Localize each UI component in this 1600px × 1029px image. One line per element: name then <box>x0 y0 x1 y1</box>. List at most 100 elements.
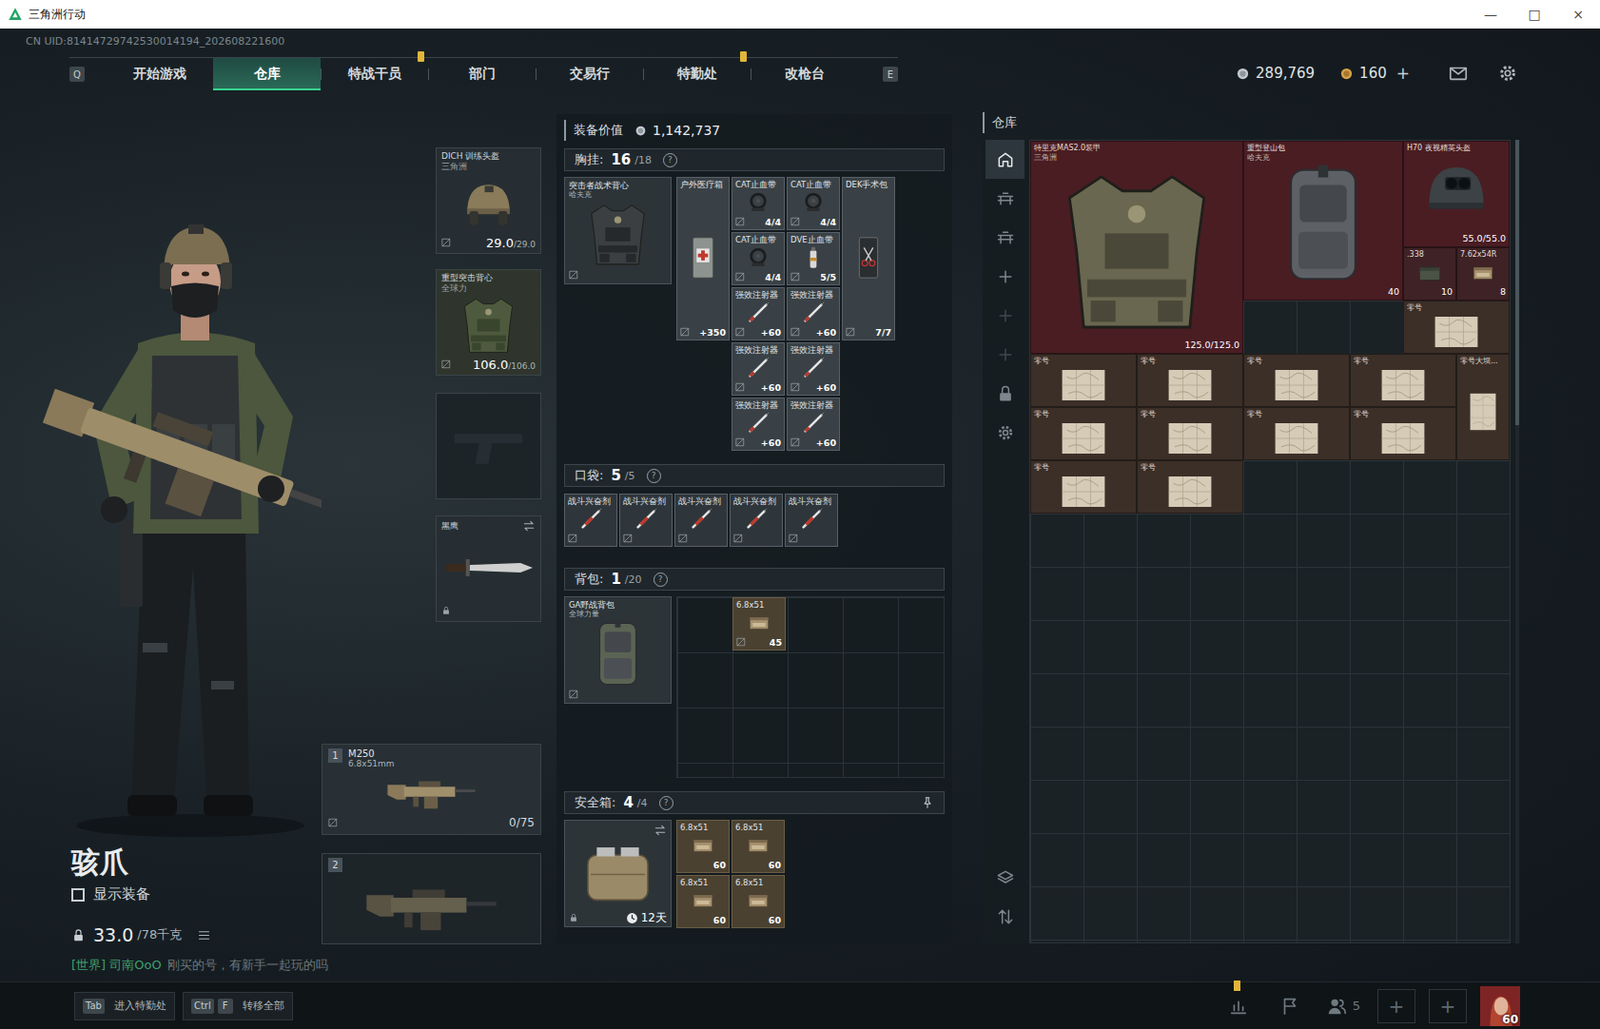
show-equipment-toggle[interactable]: 显示装备 <box>71 885 322 904</box>
warehouse-item[interactable]: 零号 <box>1030 407 1137 461</box>
pocket-item[interactable]: 战斗兴奋剂 <box>564 493 618 547</box>
window-control-button[interactable]: □ <box>1512 0 1557 29</box>
chest-item[interactable]: DEK手术包7/7 <box>841 176 896 341</box>
weapon-slot[interactable]: 2 <box>321 853 542 945</box>
help-button[interactable]: ? <box>659 796 674 811</box>
warehouse-tool-button[interactable] <box>985 897 1025 937</box>
nav-left-key[interactable]: Q <box>69 66 85 82</box>
safe-box-item[interactable]: 6.8x5160 <box>731 819 785 874</box>
safe-box-item[interactable]: 6.8x5160 <box>731 875 785 929</box>
warehouse-item[interactable]: 重型登山包哈夫克40 <box>1243 140 1404 301</box>
safe-box-header: 安全箱:4/4? <box>564 791 945 815</box>
invite-slot-button[interactable]: + <box>1428 989 1467 1024</box>
flag-button[interactable] <box>1270 995 1309 1017</box>
warehouse-item[interactable]: 7.62x54R8 <box>1456 247 1510 301</box>
warehouse-item[interactable]: H70 夜视精英头盔55.0/55.0 <box>1403 140 1510 248</box>
armor-slot[interactable]: 重型突击背心全球力106.0/106.0 <box>435 269 542 376</box>
bag-icon <box>568 619 667 689</box>
warehouse-item[interactable]: 零号 <box>1030 460 1137 514</box>
warehouse-item[interactable]: 零号 <box>1136 407 1244 461</box>
chest-item[interactable]: 强效注射器+60 <box>731 397 785 451</box>
weapon-slot-number: 1 <box>328 748 343 763</box>
warehouse-item[interactable]: 零号 <box>1030 353 1137 408</box>
nav-tab[interactable]: 特勤处 <box>643 58 751 91</box>
nav-tab[interactable]: 开始游戏 <box>105 58 214 91</box>
chest-item[interactable]: 强效注射器+60 <box>731 287 785 341</box>
warehouse-item[interactable]: 特里克MAS2.0装甲三角洲125.0/125.0 <box>1030 140 1244 354</box>
friends-button[interactable]: 5 <box>1322 995 1365 1017</box>
window-control-button[interactable]: × <box>1556 0 1600 29</box>
backpack-section: GA野战背包全球力量 6.8x5145 <box>564 596 945 779</box>
nav-tab[interactable]: 部门 <box>428 58 536 91</box>
warehouse-item[interactable]: 零号 <box>1349 353 1457 408</box>
insure-icon <box>735 216 745 227</box>
warehouse-tab-button[interactable] <box>985 412 1025 452</box>
warehouse-item[interactable]: 零号 <box>1136 460 1244 514</box>
warehouse-item[interactable]: 零号 <box>1243 407 1350 461</box>
warehouse-tab-button[interactable] <box>985 373 1025 413</box>
warehouse-tab-button[interactable] <box>985 334 1025 374</box>
pocket-item[interactable]: 战斗兴奋剂 <box>674 493 728 547</box>
mail-button[interactable] <box>1447 62 1469 84</box>
help-button[interactable]: ? <box>646 468 662 484</box>
backpack-card[interactable]: GA野战背包全球力量 <box>564 596 672 704</box>
help-button[interactable]: ? <box>653 572 668 587</box>
warehouse-item[interactable]: 零号大坝... <box>1456 353 1510 461</box>
pistol-slot[interactable] <box>435 392 542 500</box>
game-window: 三角洲行动—□×CN UID:81414729742530014194_2026… <box>0 0 1600 1029</box>
safe-box-card[interactable]: 12天 <box>564 819 672 928</box>
nav-tab[interactable]: 特战干员 <box>320 58 429 91</box>
nav-tab[interactable]: 改枪台 <box>750 58 859 91</box>
warehouse-item[interactable]: 零号 <box>1349 407 1457 461</box>
helmet-slot[interactable]: DICH 训练头盔三角洲29.0/29.0 <box>435 147 542 254</box>
pin-button[interactable] <box>920 796 935 810</box>
shortcut-hint[interactable]: CtrlF转移全部 <box>182 992 293 1021</box>
settings-button[interactable] <box>1497 62 1519 84</box>
operator-panel: 骇爪显示装备33.0/78千克[世界] 司南OoO刚买的号，有新手一起玩的吗DI… <box>0 97 557 982</box>
safe-box-item[interactable]: 6.8x5160 <box>676 875 730 929</box>
pocket-item[interactable]: 战斗兴奋剂 <box>619 493 673 547</box>
warehouse-tool-button[interactable] <box>985 858 1025 898</box>
show-equipment-checkbox[interactable] <box>71 888 85 902</box>
nav-tab[interactable]: 仓库 <box>213 58 321 91</box>
warehouse-tab-button[interactable] <box>985 178 1025 218</box>
chest-item[interactable]: CAT止血带4/4 <box>731 176 785 231</box>
warehouse-tab-button[interactable] <box>985 295 1025 335</box>
pocket-item[interactable]: 战斗兴奋剂 <box>784 493 839 547</box>
warehouse-item[interactable]: 零号 <box>1136 353 1244 408</box>
player-avatar[interactable]: 60 <box>1480 986 1521 1027</box>
warehouse-item[interactable]: .33810 <box>1403 247 1457 301</box>
chest-item[interactable]: 强效注射器+60 <box>786 287 840 341</box>
chest-rig-card[interactable]: 突击者战术背心哈夫克 <box>564 176 672 285</box>
safe-box-item[interactable]: 6.8x5160 <box>676 819 730 874</box>
window-control-button[interactable]: — <box>1468 0 1513 29</box>
insure-icon <box>568 270 579 280</box>
warehouse-tab-button[interactable] <box>985 139 1025 179</box>
chest-item[interactable]: 强效注射器+60 <box>731 342 785 396</box>
weight-detail-button[interactable] <box>196 928 212 943</box>
chest-item[interactable]: 户外医疗箱+350 <box>676 176 730 341</box>
chest-item[interactable]: CAT止血带4/4 <box>731 232 785 286</box>
warehouse-item[interactable]: 零号 <box>1243 353 1350 408</box>
game-screen: CN UID:81414729742530014194_202608221600… <box>0 28 1600 982</box>
chest-item[interactable]: CAT止血带4/4 <box>786 176 840 231</box>
warehouse-tab-button[interactable] <box>985 256 1025 296</box>
melee-slot[interactable]: 黑鹰 <box>435 515 542 623</box>
weapon-slot[interactable]: 1M2506.8x51mm0/75 <box>321 743 542 836</box>
help-button[interactable]: ? <box>663 153 678 168</box>
nav-right-key[interactable]: E <box>882 66 898 82</box>
shortcut-hint[interactable]: Tab进入特勤处 <box>74 992 176 1021</box>
backpack-item[interactable]: 6.8x5145 <box>732 597 786 651</box>
warehouse-scrollbar[interactable] <box>1515 139 1520 944</box>
insure-icon <box>735 437 745 448</box>
warehouse-item[interactable]: 零号 <box>1403 300 1510 354</box>
chest-item[interactable]: DVE止血带5/5 <box>786 232 840 286</box>
add-bond-button[interactable]: + <box>1396 63 1410 83</box>
warehouse-tab-button[interactable] <box>985 217 1025 257</box>
invite-slot-button[interactable]: + <box>1377 989 1416 1024</box>
pocket-item[interactable]: 战斗兴奋剂 <box>729 493 783 547</box>
chest-item[interactable]: 强效注射器+60 <box>786 342 840 396</box>
chest-item[interactable]: 强效注射器+60 <box>786 397 840 451</box>
stats-button[interactable] <box>1219 995 1258 1017</box>
nav-tab[interactable]: 交易行 <box>535 58 644 91</box>
